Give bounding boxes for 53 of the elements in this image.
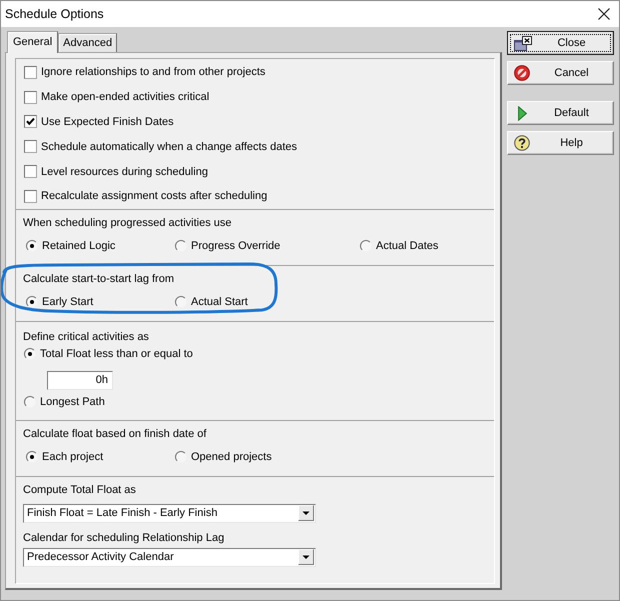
radio-button[interactable] [26, 450, 38, 463]
tab[interactable]: Advanced [58, 33, 118, 52]
checkbox[interactable] [24, 66, 37, 79]
radio-button[interactable] [175, 296, 187, 308]
checkbox-label: Recalculate assignment costs after scheduling [41, 189, 268, 204]
checkbox-label: Ignore relationships to and from other projects [41, 65, 266, 80]
group-label: Calculate float based on finish date of [23, 426, 208, 441]
radio-button[interactable] [175, 450, 187, 463]
help-button[interactable]: Help [507, 131, 614, 155]
radio-label: Actual Dates [376, 238, 438, 253]
caret-down-icon [298, 505, 314, 522]
dropdown-label: Calendar for scheduling Relationship Lag [23, 530, 226, 545]
close-icon[interactable] [598, 8, 610, 20]
radio-label: Early Start [42, 294, 94, 309]
dropdown-label: Compute Total Float as [23, 482, 137, 497]
dropdown[interactable]: Predecessor Activity Calendar [23, 548, 316, 567]
radio-label: Progress Override [191, 238, 280, 253]
radio-label: Retained Logic [42, 238, 116, 253]
dropdown[interactable]: Finish Float = Late Finish - Early Finish [23, 504, 316, 523]
radio-label: Total Float less than or equal to [40, 346, 193, 361]
group-label: When scheduling progressed activities use [23, 216, 233, 230]
checkbox-label: Make open-ended activities critical [41, 90, 210, 104]
checkbox[interactable] [24, 90, 37, 104]
radio-label: Longest Path [40, 394, 105, 409]
checkbox[interactable] [24, 165, 37, 178]
checkbox[interactable] [24, 140, 37, 154]
prohibition-icon [514, 65, 530, 81]
help-icon [514, 135, 530, 151]
tab[interactable]: General [7, 31, 58, 53]
radio-button[interactable] [175, 240, 187, 252]
window-close-icon [514, 36, 532, 50]
radio-label: Actual Start [191, 294, 248, 309]
window-title: Schedule Options [5, 7, 104, 21]
total-float-field[interactable]: 0h [47, 370, 113, 390]
radio-button[interactable] [26, 240, 38, 252]
checkbox-label: Level resources during scheduling [41, 164, 208, 179]
default-button[interactable]: Default [507, 101, 614, 125]
play-icon [518, 106, 527, 120]
radio-button[interactable] [24, 396, 36, 408]
checkbox[interactable] [24, 190, 37, 203]
cancel-button[interactable]: Cancel [507, 61, 614, 85]
radio-button[interactable] [24, 348, 36, 360]
radio-button[interactable] [360, 240, 372, 252]
radio-label: Each project [42, 450, 104, 464]
radio-label: Opened projects [191, 450, 272, 464]
checkbox-label: Schedule automatically when a change affects dates [41, 140, 298, 154]
close-button[interactable]: Close [507, 31, 614, 55]
group-label: Calculate start-to-start lag from [23, 272, 175, 286]
checkbox-label: Use Expected Finish Dates [41, 114, 174, 129]
group-label: Define critical activities as [23, 330, 150, 344]
checkbox[interactable] [24, 115, 37, 128]
radio-button[interactable] [26, 296, 38, 308]
caret-down-icon [298, 549, 314, 566]
